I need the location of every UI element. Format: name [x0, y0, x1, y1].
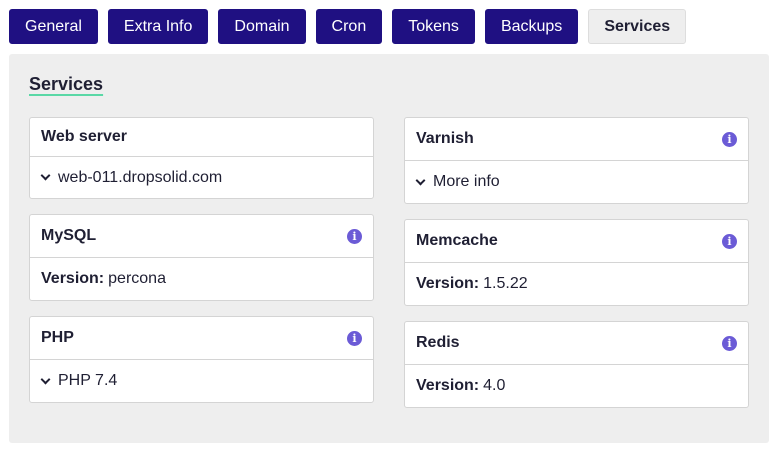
varnish-card-header: Varnish i	[405, 118, 748, 161]
chevron-down-icon	[415, 175, 426, 185]
php-card-header: PHP i	[30, 317, 373, 360]
redis-version: 4.0	[483, 377, 506, 394]
mysql-card-title: MySQL	[41, 227, 97, 244]
tab-extra-info[interactable]: Extra Info	[107, 9, 209, 44]
info-icon[interactable]: i	[347, 330, 362, 346]
memcache-card-body: Version: 1.5.22	[405, 263, 748, 305]
chevron-down-icon	[40, 374, 51, 384]
php-card-title: PHP	[41, 329, 74, 346]
section-title: Services	[29, 74, 104, 94]
varnish-more-info-toggle[interactable]: More info	[415, 173, 500, 191]
memcache-version: 1.5.22	[483, 275, 528, 292]
php-version: PHP 7.4	[58, 372, 118, 389]
info-icon[interactable]: i	[722, 233, 737, 249]
tab-domain[interactable]: Domain	[218, 9, 306, 44]
mysql-card-body: Version: percona	[30, 258, 373, 300]
mysql-version: percona	[108, 270, 166, 287]
webserver-card-header: Web server	[30, 118, 373, 157]
varnish-card-title: Varnish	[416, 130, 474, 147]
varnish-card-body: More info	[405, 161, 748, 203]
webserver-card: Web server web-011.dropsolid.com	[29, 117, 374, 199]
mysql-version-label: Version:	[41, 270, 105, 287]
redis-card-title: Redis	[416, 334, 460, 351]
tab-backups[interactable]: Backups	[484, 9, 579, 44]
redis-card-header: Redis i	[405, 322, 748, 365]
tab-services[interactable]: Services	[588, 9, 687, 44]
mysql-card-header: MySQL i	[30, 215, 373, 258]
webserver-card-body: web-011.dropsolid.com	[30, 157, 373, 198]
info-icon[interactable]: i	[722, 131, 737, 147]
redis-card: Redis i Version: 4.0	[404, 321, 749, 408]
memcache-card-header: Memcache i	[405, 220, 748, 263]
redis-card-body: Version: 4.0	[405, 365, 748, 407]
varnish-card: Varnish i More info	[404, 117, 749, 204]
tab-bar: General Extra Info Domain Cron Tokens Ba…	[9, 9, 687, 44]
php-card-body: PHP 7.4	[30, 360, 373, 402]
webserver-toggle[interactable]: web-011.dropsolid.com	[40, 168, 223, 187]
memcache-card-title: Memcache	[416, 232, 498, 249]
memcache-card: Memcache i Version: 1.5.22	[404, 219, 749, 306]
services-panel: Services Web server web-011.dropsolid.co…	[9, 54, 769, 443]
tab-tokens[interactable]: Tokens	[392, 9, 475, 44]
info-icon[interactable]: i	[722, 335, 737, 351]
chevron-down-icon	[40, 170, 51, 181]
varnish-more-info: More info	[433, 173, 500, 190]
webserver-card-title: Web server	[41, 128, 127, 145]
info-icon[interactable]: i	[347, 228, 362, 244]
php-card: PHP i PHP 7.4	[29, 316, 374, 403]
webserver-hostname: web-011.dropsolid.com	[58, 168, 223, 186]
php-toggle[interactable]: PHP 7.4	[40, 372, 118, 390]
memcache-version-label: Version:	[416, 275, 480, 292]
tab-cron[interactable]: Cron	[315, 9, 383, 44]
mysql-card: MySQL i Version: percona	[29, 214, 374, 301]
redis-version-label: Version:	[416, 377, 480, 394]
tab-general[interactable]: General	[9, 9, 98, 44]
